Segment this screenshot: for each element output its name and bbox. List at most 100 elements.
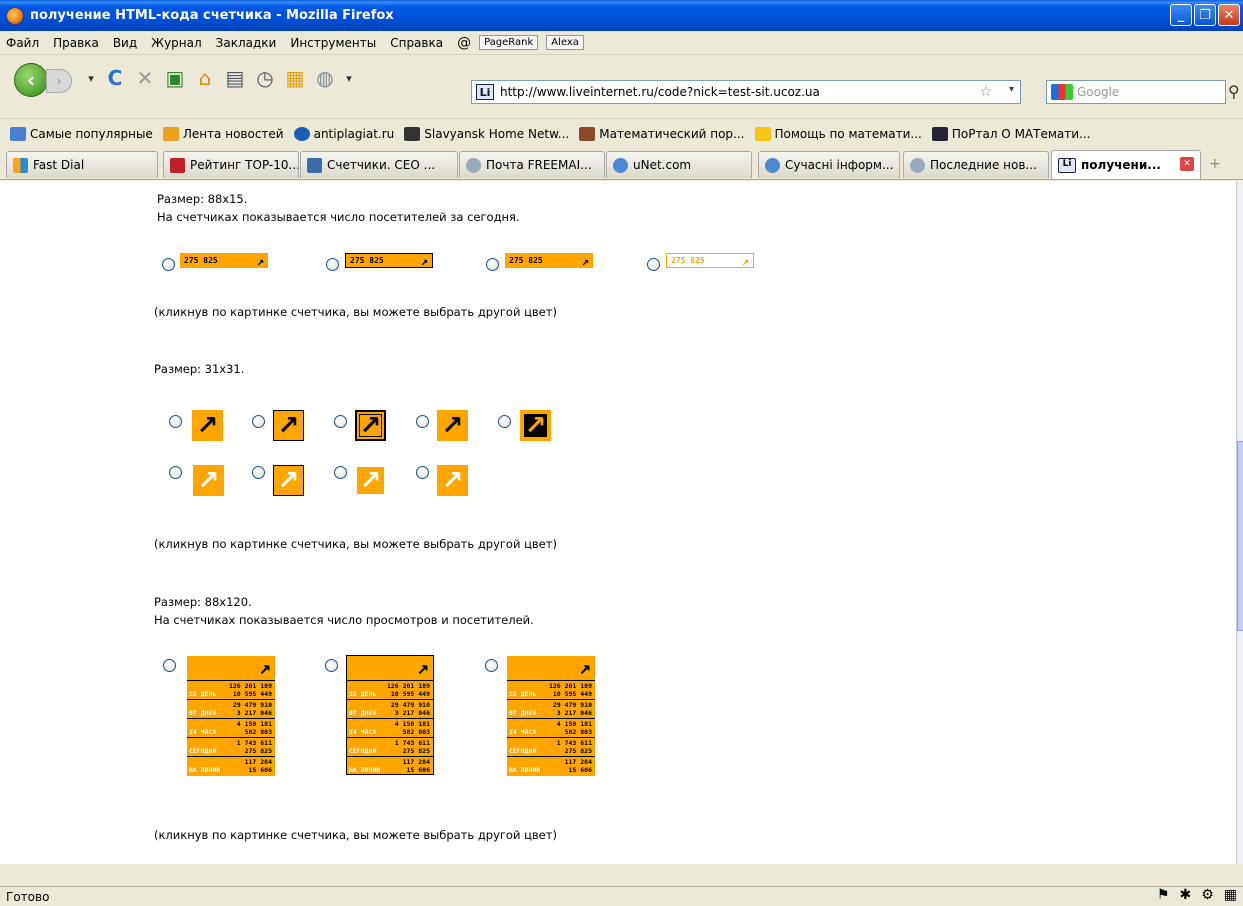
- home-icon[interactable]: ⌂: [192, 65, 218, 91]
- pagerank-widget[interactable]: PageRank: [479, 35, 539, 50]
- counter-88x15[interactable]: 275 825 ↗: [345, 253, 433, 268]
- counter-radio[interactable]: [252, 415, 265, 428]
- counter-88x15[interactable]: 275 825 ↗: [505, 253, 593, 268]
- counter-radio[interactable]: [486, 258, 499, 271]
- counter-31x31[interactable]: ↗: [192, 410, 223, 441]
- url-dropdown-icon[interactable]: ▾: [1009, 84, 1014, 95]
- counter-31x31[interactable]: ↗: [437, 410, 468, 441]
- bookmark-star-icon[interactable]: ☆: [979, 84, 992, 100]
- addon-icon[interactable]: ⚑: [1157, 887, 1170, 903]
- star-icon: [754, 126, 771, 141]
- tab-freemail[interactable]: Почта FREEMAI...: [459, 151, 605, 178]
- new-tab-button[interactable]: +: [1209, 156, 1221, 172]
- globe-dropdown-icon[interactable]: ▾: [336, 65, 362, 91]
- counter-radio[interactable]: [163, 659, 176, 672]
- counter-radio[interactable]: [169, 415, 182, 428]
- size-label-31x31: Размер: 31x31.: [154, 362, 245, 376]
- forward-button[interactable]: ›: [46, 69, 72, 93]
- stop-icon[interactable]: ✕: [132, 65, 158, 91]
- vertical-scrollbar[interactable]: [1236, 181, 1243, 864]
- reload-icon[interactable]: C: [102, 65, 128, 91]
- search-placeholder: Google: [1077, 85, 1120, 99]
- search-magnifier-icon[interactable]: ⚲: [1228, 82, 1240, 101]
- back-button[interactable]: ‹: [14, 63, 48, 97]
- site-favicon-icon: Li: [476, 84, 494, 100]
- scrollbar-thumb[interactable]: [1237, 441, 1243, 631]
- desc-88x120: На счетчиках показывается число просмотр…: [154, 613, 534, 627]
- tab-suchasni[interactable]: Сучасні інформ...: [758, 151, 900, 178]
- counter-radio[interactable]: [252, 466, 265, 479]
- menu-bookmarks[interactable]: Закладки: [216, 36, 277, 50]
- bookmark-item[interactable]: Самые популярные: [10, 126, 153, 141]
- search-box[interactable]: Google: [1046, 80, 1226, 104]
- counter-radio[interactable]: [498, 415, 511, 428]
- history-dropdown-icon[interactable]: ▾: [78, 65, 104, 91]
- counter-31x31[interactable]: ↗: [273, 465, 304, 496]
- globe-icon[interactable]: ◍: [312, 65, 338, 91]
- counter-radio[interactable]: [416, 415, 429, 428]
- menu-help[interactable]: Справка: [390, 36, 443, 50]
- counter-radio[interactable]: [326, 258, 339, 271]
- tab-news[interactable]: Последние нов...: [903, 151, 1049, 178]
- counter-radio[interactable]: [647, 258, 660, 271]
- history-clock-icon[interactable]: ◷: [252, 65, 278, 91]
- menu-history[interactable]: Журнал: [151, 36, 202, 50]
- color-hint: (кликнув по картинке счетчика, вы можете…: [154, 305, 557, 319]
- liveinternet-icon: Li: [1058, 157, 1076, 173]
- copyright-icon: [293, 126, 310, 141]
- counter-radio[interactable]: [416, 466, 429, 479]
- bookmark-item[interactable]: Помощь по математи...: [754, 126, 922, 141]
- counter-radio[interactable]: [162, 258, 175, 271]
- counter-88x120[interactable]: ↗ 126 201 189 31 ДЕНЬ 10 595 449 29 479 91…: [507, 656, 595, 776]
- menu-file[interactable]: Файл: [6, 36, 39, 50]
- counter-radio[interactable]: [334, 466, 347, 479]
- counter-radio[interactable]: [169, 466, 182, 479]
- tab-rating[interactable]: Рейтинг ТОP-10...: [163, 151, 299, 178]
- counter-31x31[interactable]: ↗: [273, 410, 304, 441]
- alexa-widget[interactable]: Alexa: [546, 35, 584, 50]
- speed-dial-icon[interactable]: ▦: [282, 65, 308, 91]
- bookmark-item[interactable]: Лента новостей: [162, 126, 284, 141]
- counter-radio[interactable]: [485, 659, 498, 672]
- new-tab-icon[interactable]: ▣: [162, 65, 188, 91]
- tab-counters[interactable]: Счетчики. CEO ...: [300, 151, 458, 178]
- firefox-logo-icon: [6, 6, 24, 25]
- at-sign-icon[interactable]: @: [457, 35, 471, 51]
- hit-icon: [307, 157, 322, 173]
- address-bar[interactable]: Li http://www.liveinternet.ru/code?nick=…: [471, 80, 1021, 104]
- grid-icon[interactable]: ▦: [1224, 887, 1237, 903]
- close-tab-icon[interactable]: ✕: [1180, 157, 1194, 171]
- tab-active[interactable]: Li получени... ✕: [1051, 150, 1201, 179]
- tab-fast-dial[interactable]: Fast Dial: [6, 151, 158, 178]
- tab-unet[interactable]: uNet.com: [606, 151, 752, 178]
- bookmark-item[interactable]: antiplagiat.ru: [293, 126, 394, 141]
- counter-31x31[interactable]: ↗: [520, 410, 551, 441]
- print-icon[interactable]: ▤: [222, 65, 248, 91]
- counter-88x15[interactable]: 275 825 ↗: [180, 253, 268, 268]
- counter-radio[interactable]: [334, 415, 347, 428]
- title-bar: получение HTML-кода счетчика - Mozilla F…: [0, 0, 1243, 31]
- unet-icon: [765, 157, 780, 173]
- counter-31x31[interactable]: ↗: [193, 465, 224, 496]
- menu-tools[interactable]: Инструменты: [290, 36, 376, 50]
- menu-view[interactable]: Вид: [113, 36, 137, 50]
- search-engine-icon[interactable]: [1051, 84, 1073, 100]
- counter-88x15[interactable]: 275 825 ↗: [666, 253, 754, 268]
- bug-icon[interactable]: ✱: [1179, 887, 1191, 903]
- gear-icon[interactable]: ⚙: [1201, 887, 1214, 903]
- counter-31x31[interactable]: ↗: [355, 465, 386, 496]
- bookmark-item[interactable]: Slavyansk Home Netw...: [404, 126, 569, 141]
- counter-88x120[interactable]: ↗ 126 201 189 31 ДЕНЬ 10 595 449 29 479 91…: [346, 655, 434, 775]
- counter-31x31[interactable]: ↗: [355, 410, 386, 441]
- bookmark-folder-icon: [10, 126, 26, 141]
- bookmark-item[interactable]: Математический пор...: [579, 126, 745, 141]
- menu-edit[interactable]: Правка: [53, 36, 99, 50]
- minimize-button[interactable]: _: [1170, 4, 1192, 26]
- restore-button[interactable]: ❐: [1194, 4, 1216, 26]
- bookmark-item[interactable]: ПоРтал О МАТемати...: [931, 126, 1090, 141]
- counter-radio[interactable]: [325, 659, 338, 672]
- close-window-button[interactable]: ✕: [1218, 4, 1240, 26]
- counter-88x120[interactable]: ↗ 126 201 189 31 ДЕНЬ 10 595 449 29 479 91…: [187, 656, 275, 776]
- counter-31x31[interactable]: ↗: [437, 465, 468, 496]
- url-text[interactable]: http://www.liveinternet.ru/code?nick=tes…: [500, 85, 820, 99]
